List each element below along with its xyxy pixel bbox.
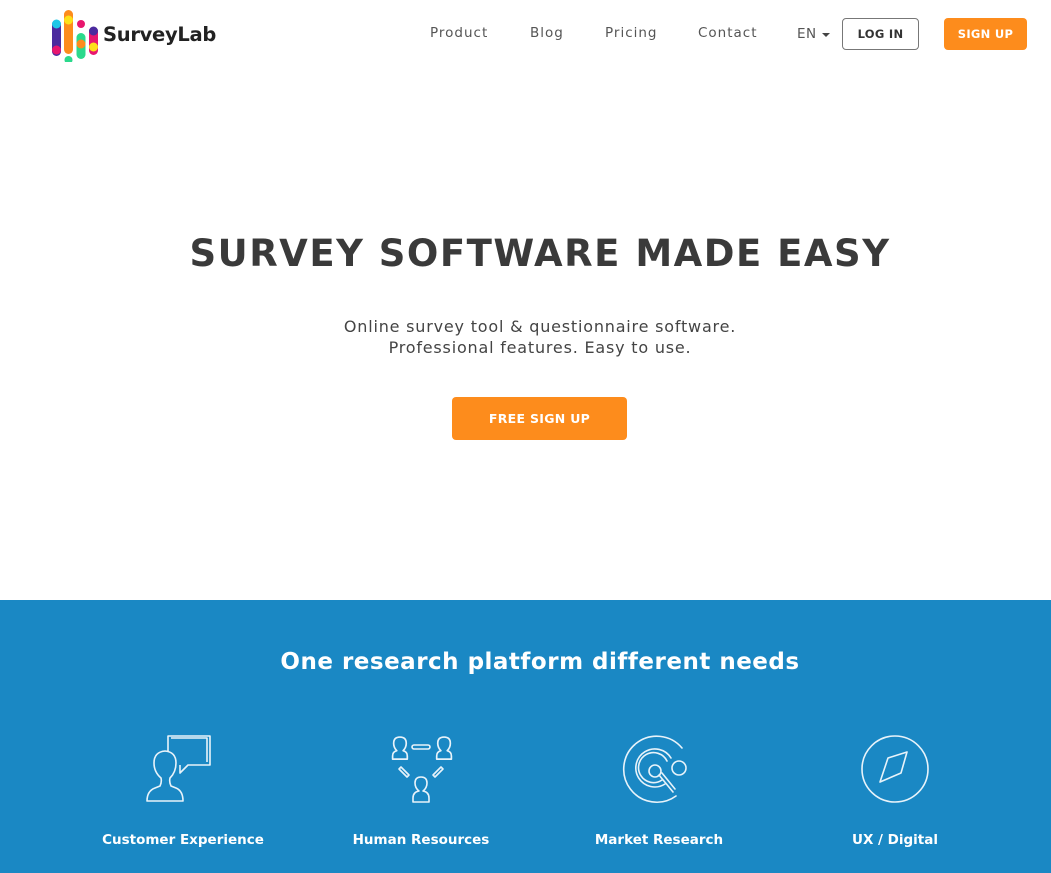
nav-link-blog[interactable]: Blog [530,25,564,41]
hero-title: SURVEY SOFTWARE MADE EASY [189,232,891,275]
hero-subtitle-line1: Online survey tool & questionnaire softw… [343,317,737,336]
compass-icon [861,735,929,803]
feature-customer-experience[interactable]: Customer Experience [83,734,283,848]
login-button[interactable]: LOG IN [842,18,919,50]
feature-label: Customer Experience [102,832,264,848]
free-signup-button[interactable]: FREE SIGN UP [452,397,627,440]
hero-subtitle-line2: Professional features. Easy to use. [388,338,692,357]
feature-ux-digital[interactable]: UX / Digital [795,734,995,848]
chevron-down-icon [821,32,830,37]
site-header: SurveyLab Product Blog Pricing Contact E… [0,0,1051,68]
feature-label: Human Resources [352,832,490,848]
feature-label: UX / Digital [851,832,939,848]
magnifier-target-icon [622,735,687,803]
nav-link-pricing[interactable]: Pricing [605,25,658,41]
people-network-icon [391,736,453,803]
feature-human-resources[interactable]: Human Resources [321,734,521,848]
signup-button[interactable]: SIGN UP [944,18,1027,50]
person-speech-bubble-icon [146,735,211,802]
feature-label: Market Research [594,832,724,848]
language-label: EN [797,26,817,42]
logo-text: SurveyLab [103,23,217,46]
features-section: One research platform different needs Cu… [0,600,1051,873]
nav-link-product[interactable]: Product [430,25,488,41]
logo[interactable]: SurveyLab [50,7,216,62]
surveylab-logo-icon [52,10,98,62]
features-title: One research platform different needs [280,649,800,675]
feature-market-research[interactable]: Market Research [559,734,759,848]
language-selector[interactable]: EN [797,26,830,42]
nav-link-contact[interactable]: Contact [698,25,758,41]
